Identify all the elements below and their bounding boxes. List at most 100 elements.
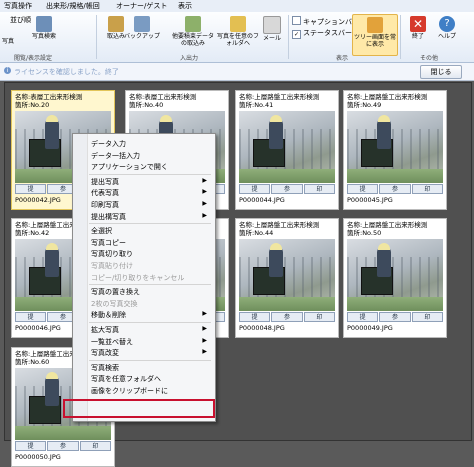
photo-worker xyxy=(377,119,391,149)
menu-item-label: 移動＆削除 xyxy=(91,311,126,320)
import-icon xyxy=(108,16,124,32)
menu-item[interactable]: 写真改変 ▶ xyxy=(73,347,215,358)
print-flag-icon[interactable]: 印 xyxy=(303,312,335,322)
submit-flag-icon[interactable]: 提 xyxy=(239,312,271,322)
menu-item[interactable]: 全選択 xyxy=(73,225,215,236)
card-location: 箇所:No.60 xyxy=(15,358,50,366)
photo-thumbnail[interactable] xyxy=(239,111,335,183)
card-location: 箇所:No.49 xyxy=(347,101,382,109)
menu-item[interactable]: 一覧並べ替え ▶ xyxy=(73,336,215,347)
submenu-arrow-icon: ▶ xyxy=(202,325,207,332)
photo-card[interactable]: 名称:上層路盤工出来形検測 箇所:No.49 提参印 P0000045.JPG xyxy=(343,90,447,210)
menu-item[interactable]: 写真を任意フォルダへ xyxy=(73,373,215,384)
photo-grass xyxy=(347,169,443,183)
tab-photo-operation[interactable]: 写真操作 xyxy=(4,1,32,11)
submenu-arrow-icon: ▶ xyxy=(202,176,207,184)
photo-helmet xyxy=(46,243,58,250)
card-location: 箇所:No.41 xyxy=(239,101,274,109)
caption-bar-checkbox[interactable]: キャプションバー xyxy=(292,16,359,27)
photo-worker xyxy=(377,247,391,277)
reference-flag-icon[interactable]: 参 xyxy=(379,312,411,322)
submenu-arrow-icon: ▶ xyxy=(202,348,207,356)
reference-flag-icon[interactable]: 参 xyxy=(271,312,303,322)
tab-owner-guest[interactable]: オーナー/ゲスト xyxy=(116,1,167,11)
menu-item[interactable]: 2枚の写真交換 xyxy=(73,298,215,309)
reference-flag-icon[interactable]: 参 xyxy=(379,184,411,194)
card-name: 名称:表層工出来形検測 xyxy=(129,93,197,101)
menu-item[interactable]: 代表写真 ▶ xyxy=(73,187,215,198)
photo-search-button[interactable]: 写真検索 xyxy=(26,14,62,54)
submit-flag-icon[interactable]: 提 xyxy=(347,312,379,322)
submenu-arrow-icon: ▶ xyxy=(202,336,207,344)
group-label-other: その他 xyxy=(420,55,439,62)
print-flag-icon[interactable]: 印 xyxy=(303,184,335,194)
card-name: 名称:上層路盤工出来形検測 xyxy=(239,93,320,101)
card-filename: P0000044.JPG xyxy=(239,196,285,204)
photo-card[interactable]: 名称:上層路盤工出来形検測 箇所:No.50 提参印 P0000049.JPG xyxy=(343,218,447,338)
menu-item[interactable]: データ一括入力 xyxy=(73,150,215,161)
menu-item[interactable]: アプリケーションで開く xyxy=(73,161,215,172)
tab-dekigata[interactable]: 出来形/規格/帳回 xyxy=(46,1,100,11)
photo-worker xyxy=(45,247,59,277)
submit-flag-icon[interactable]: 提 xyxy=(15,184,47,194)
menu-item-label: アプリケーションで開く xyxy=(91,163,168,172)
photo-thumbnail[interactable] xyxy=(347,239,443,311)
help-label: ヘルプ xyxy=(437,33,456,40)
photo-partial-label[interactable]: 写真 xyxy=(2,36,14,45)
menu-item[interactable]: 移動＆削除 ▶ xyxy=(73,309,215,320)
print-flag-icon[interactable]: 印 xyxy=(79,441,111,451)
menu-item[interactable]: データ入力 xyxy=(73,138,215,149)
menu-item[interactable]: 写真切り取り xyxy=(73,248,215,259)
print-flag-icon[interactable]: 印 xyxy=(411,312,443,322)
card-flag-icons: 提参印 xyxy=(347,312,443,322)
import-other-data-button[interactable]: 他要積束データの取込み xyxy=(170,14,216,54)
reference-flag-icon[interactable]: 参 xyxy=(47,441,79,451)
group-label-display: 表示 xyxy=(336,55,349,62)
photo-thumbnail[interactable] xyxy=(347,111,443,183)
tree-always-show-label: ツリー画面を常に表示 xyxy=(353,34,396,48)
menu-item[interactable]: 印刷写真 ▶ xyxy=(73,199,215,210)
backup-button[interactable]: バックアップ xyxy=(124,14,160,54)
reference-flag-icon[interactable]: 参 xyxy=(271,184,303,194)
menu-item[interactable]: 写真貼り付け xyxy=(73,260,215,271)
tree-always-show-button[interactable]: ツリー画面を常に表示 xyxy=(352,14,398,56)
menu-item[interactable]: 提出構写真 ▶ xyxy=(73,211,215,222)
submit-flag-icon[interactable]: 提 xyxy=(239,184,271,194)
print-flag-icon[interactable]: 印 xyxy=(411,184,443,194)
status-bar-label: ステータスバー xyxy=(303,29,352,37)
submit-flag-icon[interactable]: 提 xyxy=(15,312,47,322)
highlight-box xyxy=(63,399,215,418)
photo-thumbnail[interactable] xyxy=(239,239,335,311)
menu-item[interactable]: 写真検索 xyxy=(73,362,215,373)
mail-button[interactable]: メール xyxy=(258,14,286,54)
menu-item-label: データ一括入力 xyxy=(91,151,140,160)
photo-search-label: 写真検索 xyxy=(31,33,56,40)
card-location: 箇所:No.50 xyxy=(347,229,382,237)
submit-flag-icon[interactable]: 提 xyxy=(15,441,47,451)
photo-card[interactable]: 名称:上層路盤工出来形検測 箇所:No.41 提参印 P0000044.JPG xyxy=(235,90,339,210)
photo-helmet xyxy=(160,115,172,122)
photo-grass xyxy=(239,169,335,183)
exit-label: 終了 xyxy=(411,33,424,40)
card-name: 名称:上層路盤工出来形検測 xyxy=(347,221,428,229)
help-button[interactable]: ? ヘルプ xyxy=(432,14,462,54)
tab-view[interactable]: 表示 xyxy=(178,1,192,11)
menu-item-label: 一覧並べ替え xyxy=(91,337,133,346)
exit-button[interactable]: ✕ 終了 xyxy=(404,14,432,54)
card-location: 箇所:No.42 xyxy=(15,229,50,237)
status-bar-checkbox[interactable]: ✓ ステータスバー xyxy=(292,28,352,39)
info-close-button[interactable]: 閉じる xyxy=(420,65,462,79)
photo-to-folder-button[interactable]: 写真を任意のフォルダへ xyxy=(216,14,260,54)
menu-separator xyxy=(89,284,211,286)
menu-item[interactable]: 提出写真 ▶ xyxy=(73,176,215,187)
menu-item[interactable]: コピー/切り取りをキャンセル xyxy=(73,272,215,283)
photo-card[interactable]: 名称:上層路盤工出来形検測 箇所:No.44 提参印 P0000048.JPG xyxy=(235,218,339,338)
menu-item[interactable]: 画像をクリップボードに xyxy=(73,385,215,396)
photo-helmet xyxy=(378,115,390,122)
menu-item[interactable]: 拡大写真 ▶ xyxy=(73,324,215,335)
card-filename: P0000048.JPG xyxy=(239,324,285,332)
menu-item[interactable]: 写真の置き換え xyxy=(73,286,215,297)
menu-item-label: 写真改変 xyxy=(91,349,119,358)
menu-item[interactable]: 写真コピー xyxy=(73,237,215,248)
submit-flag-icon[interactable]: 提 xyxy=(347,184,379,194)
